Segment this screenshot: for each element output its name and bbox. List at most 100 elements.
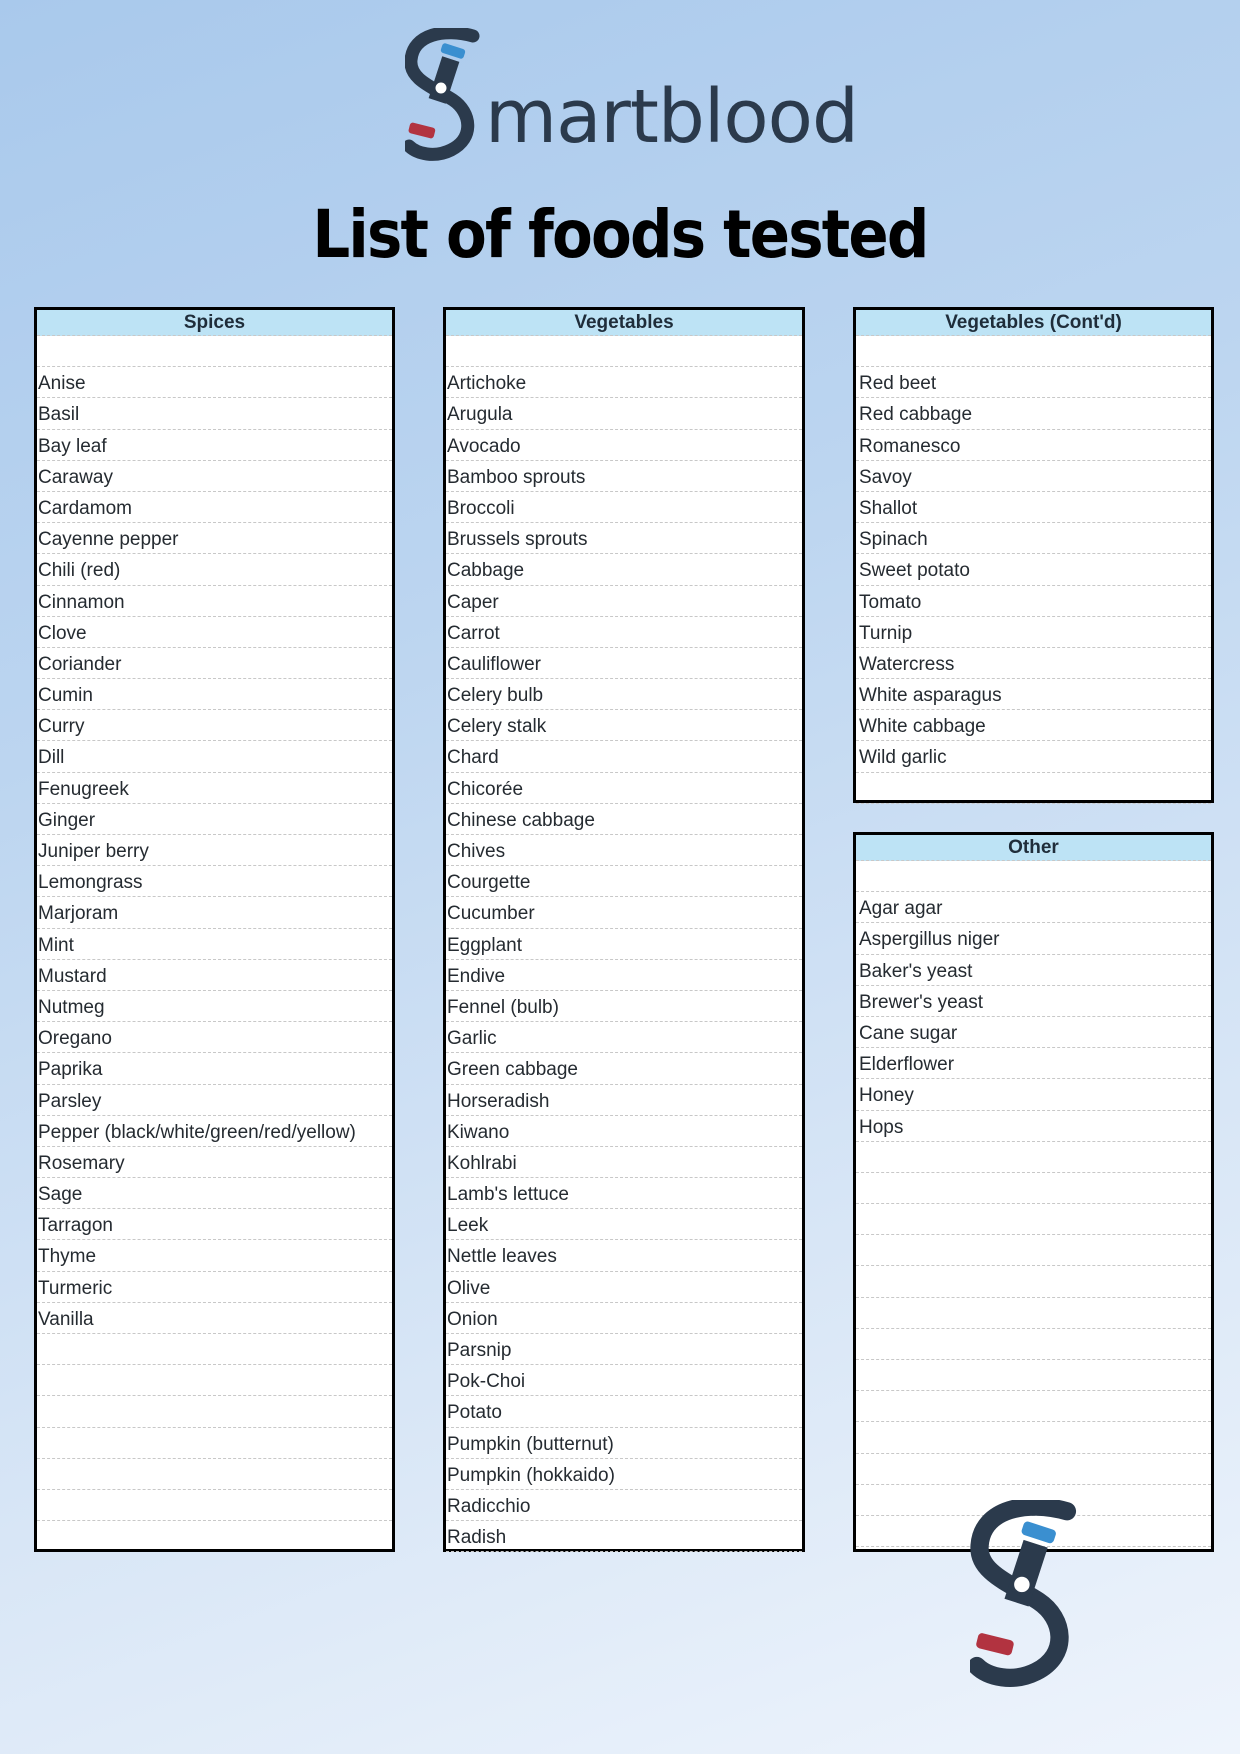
food-item: Potato (446, 1396, 802, 1428)
food-item: Wild garlic (856, 741, 1211, 773)
food-item: Cabbage (446, 554, 802, 586)
empty-row (856, 1329, 1211, 1360)
food-item: Mint (37, 929, 392, 960)
food-item: Cinnamon (37, 586, 392, 617)
food-item: White asparagus (856, 679, 1211, 711)
food-item: Shallot (856, 492, 1211, 524)
food-item: Kohlrabi (446, 1147, 802, 1179)
empty-row (37, 1365, 392, 1397)
food-item: Brewer's yeast (856, 986, 1211, 1017)
food-item: Broccoli (446, 492, 802, 524)
food-item: Aspergillus niger (856, 923, 1211, 955)
food-item: Lamb's lettuce (446, 1178, 802, 1210)
food-item: Chili (red) (37, 554, 392, 586)
food-item: Avocado (446, 430, 802, 461)
food-item: Bamboo sprouts (446, 461, 802, 492)
food-item: Cane sugar (856, 1017, 1211, 1049)
food-item: Curry (37, 710, 392, 742)
spacer-row (37, 336, 392, 368)
food-item: Arugula (446, 398, 802, 430)
food-item: Horseradish (446, 1085, 802, 1116)
food-item: Agar agar (856, 892, 1211, 924)
other-table: Other Agar agar Aspergillus niger Baker's … (853, 832, 1214, 1552)
food-item: White cabbage (856, 710, 1211, 742)
food-item: Nettle leaves (446, 1240, 802, 1272)
food-item: Fenugreek (37, 773, 392, 804)
empty-row (856, 1173, 1211, 1205)
spacer-row (856, 861, 1211, 893)
spices-table: Spices Anise Basil Bay leaf Caraway Cardamom… (34, 307, 395, 1552)
empty-row (856, 1142, 1211, 1173)
food-item: Pumpkin (butternut) (446, 1428, 802, 1459)
food-item: Sage (37, 1178, 392, 1210)
food-item: Artichoke (446, 367, 802, 399)
food-item: Rosemary (37, 1147, 392, 1179)
food-item: Tarragon (37, 1209, 392, 1241)
food-item: Dill (37, 741, 392, 773)
spices-heading: Spices (37, 310, 392, 336)
food-item: Kiwano (446, 1116, 802, 1147)
food-item: Turmeric (37, 1272, 392, 1303)
spacer-row (446, 336, 802, 368)
food-item: Courgette (446, 866, 802, 898)
food-item: Cardamom (37, 492, 392, 524)
food-item: Ginger (37, 804, 392, 835)
empty-row (856, 1360, 1211, 1392)
food-item: Red beet (856, 367, 1211, 399)
food-item: Chives (446, 835, 802, 867)
food-item: Spinach (856, 523, 1211, 555)
food-item: Caraway (37, 461, 392, 492)
food-item: Parsnip (446, 1334, 802, 1366)
food-item: Eggplant (446, 929, 802, 960)
vegetables-contd-table: Vegetables (Cont'd) Red beet Red cabbage R… (853, 307, 1214, 804)
food-item: Baker's yeast (856, 955, 1211, 986)
smartblood-s-microscope-icon (405, 28, 480, 161)
food-item: Sweet potato (856, 554, 1211, 586)
food-item: Pepper (black/white/green/red/yellow) (37, 1116, 392, 1147)
food-item: Olive (446, 1272, 802, 1303)
food-item: Radicchio (446, 1490, 802, 1522)
empty-row (37, 1334, 392, 1366)
empty-row (856, 1235, 1211, 1267)
food-item: Coriander (37, 648, 392, 680)
food-item: Pok-Choi (446, 1365, 802, 1397)
food-item: Leek (446, 1209, 802, 1241)
food-item: Fennel (bulb) (446, 991, 802, 1023)
food-item: Juniper berry (37, 835, 392, 867)
food-item: Anise (37, 367, 392, 399)
empty-row (856, 773, 1211, 804)
food-item: Celery bulb (446, 679, 802, 711)
food-item: Red cabbage (856, 398, 1211, 430)
empty-row (37, 1490, 392, 1522)
page-title: List of foods tested (312, 196, 929, 273)
food-item: Green cabbage (446, 1053, 802, 1085)
food-item: Basil (37, 398, 392, 430)
spacer-row (856, 336, 1211, 368)
food-item: Hops (856, 1111, 1211, 1142)
food-item: Carrot (446, 617, 802, 648)
food-item: Tomato (856, 586, 1211, 617)
food-item: Brussels sprouts (446, 523, 802, 555)
food-item: Oregano (37, 1022, 392, 1054)
food-item: Endive (446, 960, 802, 991)
food-item: Elderflower (856, 1048, 1211, 1080)
empty-row (856, 1422, 1211, 1454)
food-item: Chicorée (446, 773, 802, 804)
food-item: Pumpkin (hokkaido) (446, 1459, 802, 1490)
food-item: Paprika (37, 1053, 392, 1085)
vegetables-heading: Vegetables (446, 310, 802, 336)
food-item: Nutmeg (37, 991, 392, 1023)
empty-row (37, 1396, 392, 1428)
food-item: Mustard (37, 960, 392, 991)
empty-row (856, 1454, 1211, 1485)
food-item: Thyme (37, 1240, 392, 1272)
empty-row (37, 1428, 392, 1459)
food-item: Clove (37, 617, 392, 648)
food-item: Marjoram (37, 897, 392, 929)
brand-name: martblood (485, 74, 859, 160)
food-item: Radish (446, 1521, 802, 1553)
empty-row (856, 1204, 1211, 1236)
food-item: Caper (446, 586, 802, 617)
smartblood-watermark-logo (967, 1497, 1085, 1690)
food-item: Romanesco (856, 430, 1211, 461)
